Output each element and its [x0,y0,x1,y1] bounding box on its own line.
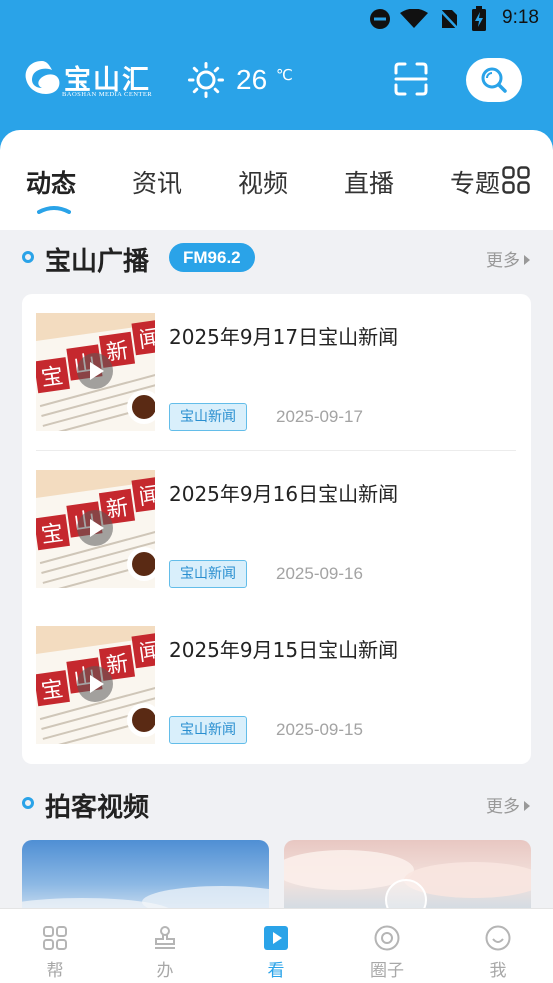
tab-shipin[interactable]: 视频 [238,164,288,200]
nav-label: 我 [489,961,507,981]
scan-icon[interactable] [394,62,428,96]
radio-list-card: 宝 山 新 闻 2025年9月17日宝山新闻 宝山新闻 2025-09-17 [22,294,531,764]
status-bar: 9:18 [0,0,553,38]
nav-label: 办 [156,961,174,981]
nav-label: 圈子 [370,961,404,981]
tab-zhuanti[interactable]: 专题 [450,164,500,200]
tab-dongtai[interactable]: 动态 [26,164,76,200]
nav-item-kan[interactable]: 看 [221,909,331,983]
item-tag: 宝山新闻 [169,716,247,744]
search-button[interactable] [466,58,522,102]
section-dot-icon [22,797,34,809]
list-item[interactable]: 宝 山 新 闻 2025年9月16日宝山新闻 宝山新闻 2025-09-16 [36,470,516,588]
nav-item-wo[interactable]: 我 [443,909,553,983]
app-header: 9:18 宝山汇 BAOSHAN MEDIA CENTER 26 ℃ [0,0,553,150]
newspaper-image: 宝 山 新 闻 [36,313,155,431]
more-label: 更多 [486,797,520,817]
item-tag: 宝山新闻 [169,403,247,431]
item-title: 2025年9月16日宝山新闻 [169,482,399,506]
nav-label: 看 [267,961,285,981]
divider [36,450,516,451]
app-logo[interactable]: 宝山汇 BAOSHAN MEDIA CENTER [22,56,164,102]
status-time: 9:18 [502,7,539,28]
tab-bar: 动态 资讯 视频 直播 专题 [0,130,553,230]
chevron-right-icon [524,255,530,265]
tab-zixun[interactable]: 资讯 [132,164,182,200]
svg-text:宝: 宝 [40,521,65,549]
stamp-icon [155,926,175,949]
wifi-icon [400,9,428,28]
circle-icon [374,925,400,951]
nav-item-bang[interactable]: 帮 [0,909,110,983]
smile-icon [485,925,511,951]
do-not-disturb-icon [370,9,390,29]
item-date: 2025-09-16 [276,564,363,583]
chevron-right-icon [524,801,530,811]
list-item[interactable]: 宝 山 新 闻 2025年9月15日宝山新闻 宝山新闻 2025-09-15 [36,626,516,744]
section-title: 宝山广播 [45,247,150,277]
active-tab-indicator [37,206,71,214]
grid-icon [43,926,67,950]
item-tag: 宝山新闻 [169,560,247,588]
nav-item-quanzi[interactable]: 圈子 [332,909,442,983]
temperature-value: 26 [236,64,268,95]
section-title: 拍客视频 [45,793,150,823]
temperature-unit: ℃ [276,66,293,84]
newspaper-thumbnail: 宝 山 新 闻 [36,626,155,744]
svg-text:闻: 闻 [137,483,155,511]
bottom-nav: 帮 办 看 圈子 我 [0,908,553,983]
newspaper-image: 宝 山 新 闻 [36,626,155,744]
all-channels-grid-icon[interactable] [502,166,530,194]
newspaper-thumbnail: 宝 山 新 闻 [36,313,155,431]
logo-mark-icon [25,61,60,94]
item-title: 2025年9月15日宝山新闻 [169,638,399,662]
play-icon [264,926,288,950]
sun-icon [188,62,224,98]
tab-zhibo[interactable]: 直播 [344,164,394,200]
item-date: 2025-09-17 [276,407,363,426]
nav-item-ban[interactable]: 办 [110,909,220,983]
search-icon [481,67,507,93]
fm-badge: FM96.2 [169,243,255,272]
battery-charging-icon [472,6,486,31]
item-date: 2025-09-15 [276,720,363,739]
video-section-header: 拍客视频 更多 [22,786,532,823]
newspaper-thumbnail: 宝 山 新 闻 [36,470,155,588]
logo-subtitle: BAOSHAN MEDIA CENTER [62,91,153,98]
section-dot-icon [22,251,34,263]
item-title: 2025年9月17日宝山新闻 [169,325,399,349]
svg-text:闻: 闻 [137,326,155,354]
svg-text:宝: 宝 [40,364,65,392]
more-link[interactable]: 更多 [486,246,530,271]
more-label: 更多 [486,251,520,271]
radio-section-header: 宝山广播 FM96.2 更多 [22,240,532,277]
list-item[interactable]: 宝 山 新 闻 2025年9月17日宝山新闻 宝山新闻 2025-09-17 [36,313,516,431]
no-sim-icon [439,9,459,30]
more-link[interactable]: 更多 [486,792,530,817]
svg-text:闻: 闻 [137,639,155,667]
newspaper-image: 宝 山 新 闻 [36,470,155,588]
nav-label: 帮 [46,961,64,981]
svg-text:宝: 宝 [40,677,65,705]
